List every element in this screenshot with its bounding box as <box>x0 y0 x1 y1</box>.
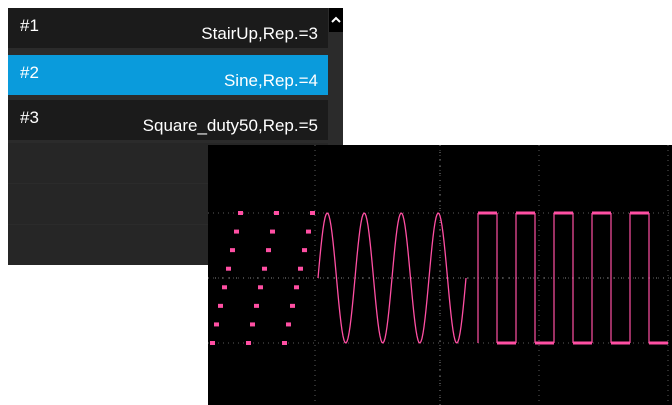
trace-step <box>298 266 303 271</box>
waveform-display <box>208 145 672 405</box>
trace-step <box>218 303 223 308</box>
trace-step <box>214 322 219 327</box>
sequence-item-label: Sine,Rep.=4 <box>223 71 318 90</box>
trace-step <box>286 322 291 327</box>
trace-step <box>246 341 251 345</box>
trace-step <box>230 248 235 253</box>
trace-step <box>254 303 259 308</box>
trace-step <box>290 303 295 308</box>
scope-grid <box>208 145 672 405</box>
trace-step <box>250 322 255 327</box>
trace-step <box>302 248 307 253</box>
trace-step <box>222 285 227 290</box>
trace-step <box>306 229 311 234</box>
trace-step <box>234 229 239 234</box>
trace-step <box>282 341 287 345</box>
sequence-item-label: Square_duty50,Rep.=5 <box>142 116 318 135</box>
sequence-item-1[interactable]: #1 StairUp,Rep.=3 <box>8 8 328 48</box>
sequence-item-2[interactable]: #2 Sine,Rep.=4 <box>8 55 328 95</box>
sequence-item-number: #3 <box>20 108 39 127</box>
trace-step <box>270 229 275 234</box>
trace-step <box>238 211 243 215</box>
trace-step <box>274 211 279 215</box>
trace-step <box>294 285 299 290</box>
trace-step <box>266 248 271 253</box>
waveform-svg <box>208 145 672 405</box>
trace-step <box>226 266 231 271</box>
trace-step <box>258 285 263 290</box>
sequence-item-3[interactable]: #3 Square_duty50,Rep.=5 <box>8 100 328 140</box>
chevron-up-icon[interactable] <box>329 8 343 32</box>
trace-step <box>210 341 215 345</box>
trace-step <box>310 211 315 215</box>
sequence-item-number: #2 <box>20 63 39 82</box>
sequence-item-number: #1 <box>20 16 39 35</box>
trace-step <box>262 266 267 271</box>
sequence-item-label: StairUp,Rep.=3 <box>201 24 318 43</box>
